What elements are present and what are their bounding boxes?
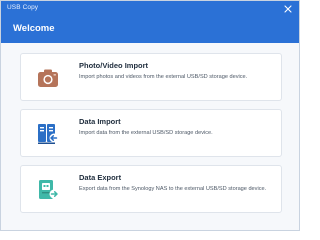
option-title: Data Export [79,173,122,182]
welcome-header: Welcome [1,18,299,43]
option-description: Export data from the Synology NAS to the… [79,186,267,192]
data-export-icon [39,180,59,199]
title-bar[interactable]: USB Copy [1,1,299,18]
close-icon [284,5,292,13]
page-title: Welcome [13,23,55,34]
window-title: USB Copy [7,4,39,11]
option-description: Import photos and videos from the extern… [79,74,248,80]
option-title: Data Import [79,117,121,126]
photo-video-import-option[interactable]: Photo/Video Import Import photos and vid… [20,53,282,101]
close-button[interactable] [283,4,293,14]
option-description: Import data from the external USB/SD sto… [79,130,213,136]
option-title: Photo/Video Import [79,61,149,70]
camera-icon [38,69,58,87]
data-import-icon [38,124,59,144]
data-export-option[interactable]: Data Export Export data from the Synolog… [20,165,282,213]
usb-copy-window: USB Copy Welcome Photo/Video Import Impo… [0,0,300,231]
data-import-option[interactable]: Data Import Import data from the externa… [20,109,282,157]
